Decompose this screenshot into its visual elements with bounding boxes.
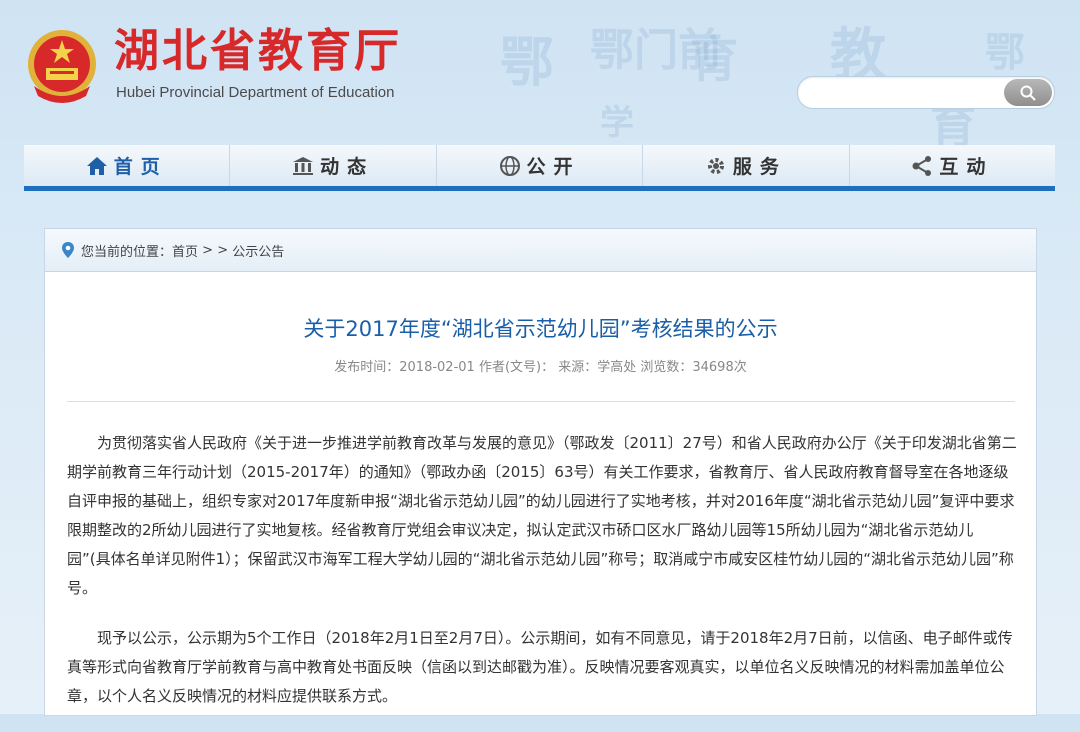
nav-item-interact[interactable]: 互动 xyxy=(850,145,1055,186)
nav-item-label: 互动 xyxy=(939,156,994,178)
site-header: 湖北省教育厅 Hubei Provincial Department of Ed… xyxy=(0,0,1080,140)
nav-item-home[interactable]: 首页 xyxy=(24,145,231,186)
article-title: 关于2017年度“湖北省示范幼儿园”考核结果的公示 xyxy=(303,317,778,341)
article-paragraph: 为贯彻落实省人民政府《关于进一步推进学前教育改革与发展的意见》（鄂政发〔2011… xyxy=(67,434,1017,597)
share-icon xyxy=(912,155,932,176)
nav-item-public[interactable]: 公开 xyxy=(437,145,644,186)
breadcrumb-current-link[interactable]: 公示公告 xyxy=(232,241,284,260)
nav-item-label: 公开 xyxy=(526,156,581,178)
nav-item-news[interactable]: 动态 xyxy=(230,145,437,186)
globe-icon xyxy=(499,155,520,176)
main-nav: 首页 动态 公开 服务 互动 xyxy=(24,145,1055,191)
breadcrumb: 您当前的位置： 首页 > > 公示公告 xyxy=(45,229,1036,272)
search-icon xyxy=(1020,85,1036,101)
gear-icon xyxy=(707,157,724,174)
content-panel: 您当前的位置： 首页 > > 公示公告 关于2017年度“湖北省示范幼儿园”考核… xyxy=(44,228,1037,716)
nav-item-label: 服务 xyxy=(732,156,787,178)
site-title: 湖北省教育厅 xyxy=(114,24,403,77)
site-subtitle: Hubei Provincial Department of Education xyxy=(116,84,395,101)
article-meta: 发布时间：2018-02-01 作者(文号)： 来源：学高处 浏览数：34698… xyxy=(334,360,747,375)
national-emblem-logo xyxy=(24,26,100,106)
breadcrumb-home-link[interactable]: 首页 xyxy=(172,241,198,260)
search-input[interactable] xyxy=(797,76,1055,109)
search-button[interactable] xyxy=(1004,79,1052,106)
nav-item-service[interactable]: 服务 xyxy=(643,145,850,186)
nav-item-label: 首页 xyxy=(113,156,168,178)
location-pin-icon xyxy=(62,242,74,258)
article-paragraph: 现予以公示，公示期为5个工作日（2018年2月1日至2月7日）。公示期间，如有不… xyxy=(67,629,1013,705)
nav-item-label: 动态 xyxy=(320,156,375,178)
article-body: 为贯彻落实省人民政府《关于进一步推进学前教育改革与发展的意见》（鄂政发〔2011… xyxy=(67,429,1017,732)
breadcrumb-prefix: 您当前的位置： xyxy=(81,244,173,260)
home-icon xyxy=(86,156,107,175)
breadcrumb-separator: > > xyxy=(198,242,233,258)
divider xyxy=(67,401,1015,402)
building-icon xyxy=(293,156,314,175)
